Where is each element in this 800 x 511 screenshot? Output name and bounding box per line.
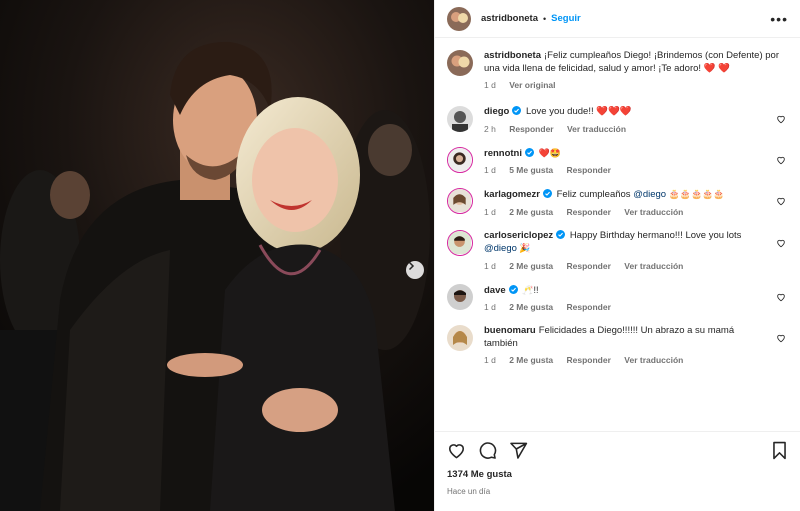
comment-likes[interactable]: 2 Me gusta <box>509 261 553 271</box>
comment-time[interactable]: 1 d <box>484 302 496 312</box>
heart-icon <box>448 444 465 459</box>
share-button[interactable] <box>509 441 528 460</box>
reply-button[interactable]: Responder <box>567 355 611 365</box>
comment-likes[interactable]: 2 Me gusta <box>509 207 553 217</box>
bookmark-icon <box>773 441 786 460</box>
author-avatar[interactable] <box>447 6 471 31</box>
caption-username[interactable]: astridboneta <box>484 50 541 61</box>
separator-dot: • <box>543 13 547 24</box>
comment-avatar[interactable] <box>447 325 473 351</box>
comment-username[interactable]: dave <box>484 285 506 296</box>
scroll-fade <box>435 417 800 431</box>
comment-time[interactable]: 1 d <box>484 261 496 271</box>
comment-time[interactable]: 2 h <box>484 124 496 134</box>
reply-button[interactable]: Responder <box>567 261 611 271</box>
like-button[interactable] <box>447 441 466 460</box>
comment-username[interactable]: karlagomezr <box>484 189 540 200</box>
comment-text: 🥂!! <box>522 284 539 295</box>
comment-username[interactable]: rennotni <box>484 148 522 159</box>
verified-badge-icon <box>542 189 552 198</box>
comment-heart-icon[interactable] <box>776 238 786 248</box>
translate-link[interactable]: Ver traducción <box>624 355 683 365</box>
comment-avatar[interactable] <box>447 188 473 214</box>
verified-badge-icon <box>508 284 518 294</box>
comment-text: ❤️🤩 <box>538 147 562 158</box>
comment-likes[interactable]: 2 Me gusta <box>509 302 553 312</box>
comment-heart-icon[interactable] <box>776 114 786 124</box>
mention-link[interactable]: @diego <box>633 189 666 200</box>
comment-item: carlosericlopez Happy Birthday hermano!!… <box>447 229 788 271</box>
see-original-link[interactable]: Ver original <box>509 80 555 90</box>
caption-meta: 1 d Ver original <box>484 80 788 90</box>
comment-username[interactable]: buenomaru <box>484 325 536 336</box>
post-header: astridboneta • Seguir ••• <box>435 0 800 38</box>
reply-button[interactable]: Responder <box>509 124 553 134</box>
comment-time[interactable]: 1 d <box>484 165 496 175</box>
caption-avatar[interactable] <box>447 50 473 76</box>
comment-emoji: 🎂🎂🎂🎂🎂 <box>666 189 725 199</box>
comment-button[interactable] <box>478 441 497 460</box>
translate-link[interactable]: Ver traducción <box>624 207 683 217</box>
post-time[interactable]: Hace un día <box>435 483 800 511</box>
comment-avatar[interactable] <box>447 106 473 132</box>
comment-item: karlagomezr Feliz cumpleaños @diego 🎂🎂🎂🎂… <box>447 188 788 217</box>
more-options-icon[interactable]: ••• <box>770 11 788 27</box>
comment-icon <box>479 442 497 459</box>
comment-text: Happy Birthday hermano!!! Love you lots <box>569 229 742 241</box>
caption-text: astridboneta ¡Feliz cumpleaños Diego! ¡Br… <box>484 50 788 75</box>
reply-button[interactable]: Responder <box>567 165 611 175</box>
comments-list: astridboneta ¡Feliz cumpleaños Diego! ¡Br… <box>435 38 800 431</box>
comment-heart-icon[interactable] <box>776 196 786 206</box>
comment-likes[interactable]: 2 Me gusta <box>509 355 553 365</box>
comment-avatar[interactable] <box>447 146 473 173</box>
post-panel: astridboneta • Seguir ••• astridboneta ¡F… <box>434 0 800 511</box>
mention-link[interactable]: @diego <box>484 243 517 254</box>
verified-badge-icon <box>525 147 534 157</box>
comment-heart-icon[interactable] <box>776 155 786 165</box>
comment-item: diego Love you dude!! ❤️❤️❤️ 2 h Respond… <box>447 106 788 134</box>
share-icon <box>510 442 528 459</box>
comment-time[interactable]: 1 d <box>484 207 496 217</box>
reply-button[interactable]: Responder <box>567 302 611 312</box>
verified-badge-icon <box>556 229 566 239</box>
comment-text: Love you dude!! ❤️❤️❤️ <box>525 106 632 117</box>
comment-username[interactable]: diego <box>484 106 509 117</box>
comment-text: Feliz cumpleaños <box>556 189 634 200</box>
caption-time[interactable]: 1 d <box>484 80 496 90</box>
post-photo <box>0 0 434 511</box>
follow-button[interactable]: Seguir <box>551 13 581 24</box>
comment-item: rennotni ❤️🤩 1 d 5 Me gusta Responder <box>447 146 788 175</box>
comment-likes[interactable]: 5 Me gusta <box>509 165 553 175</box>
translate-link[interactable]: Ver traducción <box>567 124 626 134</box>
comment-time[interactable]: 1 d <box>484 355 496 365</box>
save-button[interactable] <box>771 441 788 460</box>
author-username[interactable]: astridboneta <box>481 13 538 24</box>
comment-item: buenomaru Felicidades a Diego!!!!!! Un ab… <box>447 325 788 365</box>
photo-illustration <box>0 0 434 511</box>
caption: astridboneta ¡Feliz cumpleaños Diego! ¡Br… <box>447 50 788 90</box>
verified-badge-icon <box>512 106 522 115</box>
comment-avatar[interactable] <box>447 229 473 256</box>
likes-count[interactable]: 1374 Me gusta <box>435 469 800 483</box>
comment-username[interactable]: carlosericlopez <box>484 230 553 241</box>
comment-heart-icon[interactable] <box>776 333 786 343</box>
next-photo-button[interactable] <box>406 261 424 279</box>
chevron-right-icon <box>408 261 415 271</box>
comment-avatar[interactable] <box>447 283 473 310</box>
action-bar <box>435 431 800 469</box>
translate-link[interactable]: Ver traducción <box>624 261 683 271</box>
comment-emoji: 🎉 <box>516 243 531 253</box>
reply-button[interactable]: Responder <box>567 207 611 217</box>
comment-heart-icon[interactable] <box>776 292 786 302</box>
comment-item: dave 🥂!! 1 d 2 Me gusta Responder <box>447 283 788 312</box>
